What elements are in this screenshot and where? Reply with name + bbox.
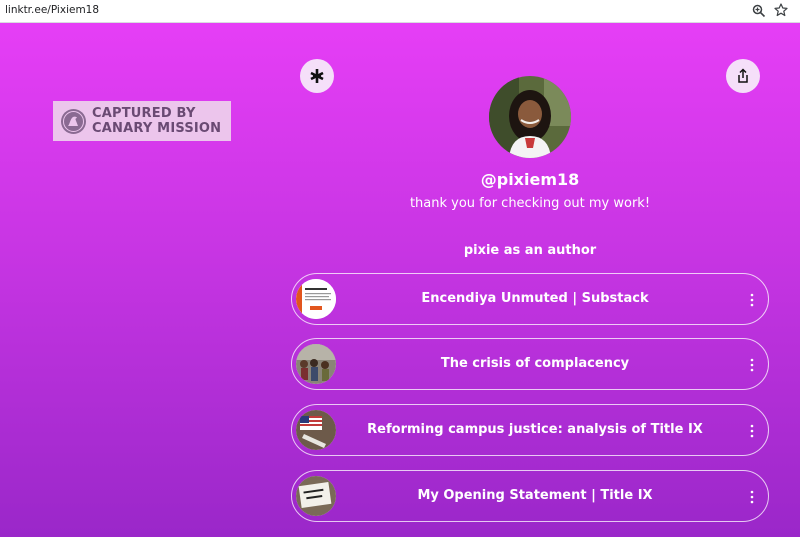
linktree-logo-icon bbox=[310, 69, 324, 83]
browser-address-bar[interactable]: linktr.ee/Pixiem18 bbox=[0, 0, 800, 23]
more-options-icon[interactable] bbox=[750, 490, 754, 504]
crowd-thumbnail bbox=[296, 344, 336, 384]
share-icon bbox=[738, 68, 748, 83]
canary-seal-icon bbox=[61, 108, 86, 134]
link-title: Encendiya Unmuted | Substack bbox=[421, 291, 649, 306]
more-options-icon[interactable] bbox=[750, 293, 754, 307]
captured-by-stamp: CAPTURED BY CANARY MISSION bbox=[53, 101, 231, 141]
flag-thumbnail bbox=[296, 410, 336, 450]
share-button[interactable] bbox=[726, 59, 760, 93]
protest-sign-thumbnail bbox=[296, 476, 336, 516]
star-icon[interactable] bbox=[774, 3, 788, 17]
link-card-substack[interactable]: Encendiya Unmuted | Substack bbox=[291, 273, 769, 325]
link-card-complacency[interactable]: The crisis of complacency bbox=[291, 338, 769, 390]
stamp-line-2: CANARY MISSION bbox=[92, 121, 222, 136]
linktree-page: CAPTURED BY CANARY MISSION @pixiem18 tha… bbox=[0, 23, 800, 537]
link-card-opening-statement[interactable]: My Opening Statement | Title IX bbox=[291, 470, 769, 522]
link-title: My Opening Statement | Title IX bbox=[417, 488, 653, 503]
link-title: Reforming campus justice: analysis of Ti… bbox=[367, 422, 703, 437]
stamp-line-1: CAPTURED BY bbox=[92, 106, 196, 121]
link-title: The crisis of complacency bbox=[440, 356, 630, 371]
more-options-icon[interactable] bbox=[750, 358, 754, 372]
substack-thumbnail bbox=[296, 279, 336, 319]
profile-bio: thank you for checking out my work! bbox=[409, 196, 651, 211]
section-heading: pixie as an author bbox=[463, 243, 597, 258]
linktree-logo-button[interactable] bbox=[300, 59, 334, 93]
profile-avatar bbox=[489, 76, 571, 158]
zoom-icon[interactable] bbox=[752, 4, 766, 18]
more-options-icon[interactable] bbox=[750, 424, 754, 438]
link-card-title-ix-analysis[interactable]: Reforming campus justice: analysis of Ti… bbox=[291, 404, 769, 456]
profile-name: @pixiem18 bbox=[480, 170, 580, 189]
url-text[interactable]: linktr.ee/Pixiem18 bbox=[5, 4, 99, 16]
